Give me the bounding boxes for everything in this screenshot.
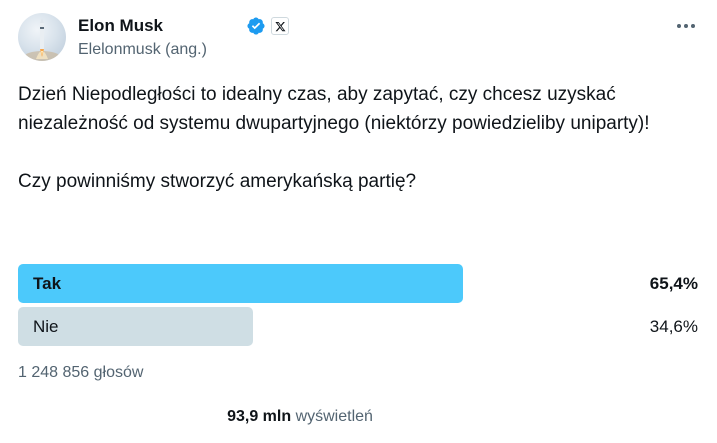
poll-option-label: Tak xyxy=(33,274,62,293)
poll-bar xyxy=(18,264,463,303)
poll-option-label: Nie xyxy=(33,317,59,336)
poll-option-yes[interactable]: Tak 65,4% xyxy=(18,264,698,303)
views-label: wyświetleń xyxy=(295,408,373,425)
x-logo-icon[interactable] xyxy=(271,17,289,35)
tweet-paragraph: Dzień Niepodległości to idealny czas, ab… xyxy=(18,84,650,134)
views-stat[interactable]: 93,9 mln wyświetleń xyxy=(0,406,600,428)
poll-option-percent: 34,6% xyxy=(649,317,698,336)
tweet-text: Dzień Niepodległości to idealny czas, ab… xyxy=(18,80,698,196)
tweet-card: Elon Musk Elelonmusk (ang.) Dzień Niepod… xyxy=(0,0,717,443)
views-count: 93,9 mln xyxy=(227,408,292,425)
author-name[interactable]: Elon Musk xyxy=(78,15,163,37)
avatar[interactable] xyxy=(18,13,66,61)
rocket-launch-image xyxy=(24,18,60,61)
tweet-paragraph: Czy powinniśmy stworzyć amerykańską part… xyxy=(18,171,417,192)
x-logo-glyph xyxy=(275,22,286,32)
poll-option-percent: 65,4% xyxy=(649,274,698,293)
more-horizontal-icon[interactable] xyxy=(672,16,700,36)
poll-vote-count: 1 248 856 głosów xyxy=(18,364,144,381)
poll-option-no[interactable]: Nie 34,6% xyxy=(18,307,698,346)
verified-badge-icon xyxy=(247,17,265,35)
author-handle[interactable]: Elelonmusk (ang.) xyxy=(78,39,207,61)
